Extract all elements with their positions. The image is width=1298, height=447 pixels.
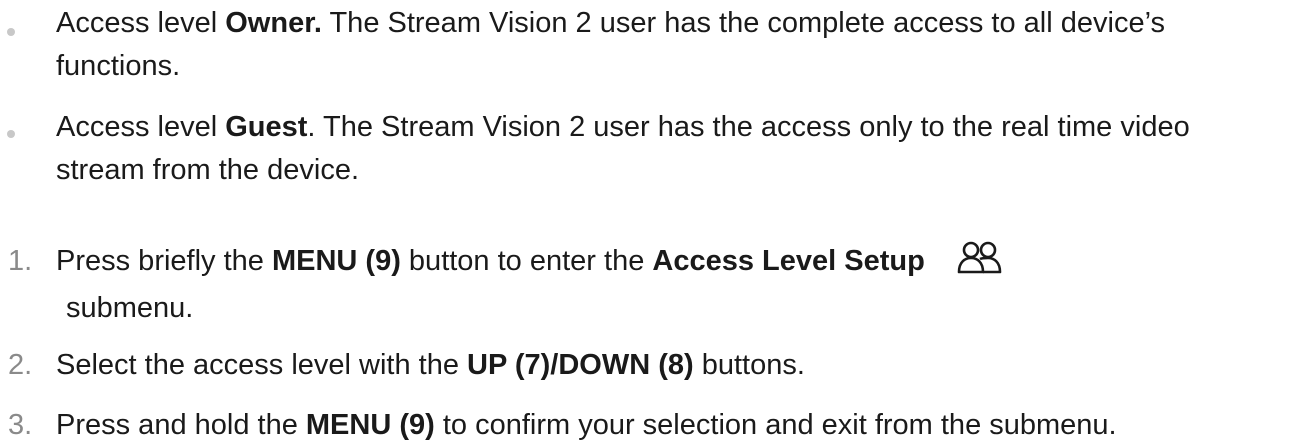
step-text: Press briefly the <box>56 245 272 277</box>
step-text: Press and hold the <box>56 409 306 441</box>
step-text: button to enter the <box>400 245 653 277</box>
bullet-dot <box>7 130 15 138</box>
guest-level: Guest <box>225 111 308 143</box>
owner-prefix: Access level <box>56 7 226 39</box>
step-3: Press and hold the MENU (9) to confirm y… <box>56 404 1284 447</box>
step-number: 3. <box>8 409 33 441</box>
submenu-name: Access Level Setup <box>652 245 925 277</box>
up-down-buttons-ref: UP (7)/DOWN (8) <box>467 349 694 381</box>
people-icon <box>957 240 1003 287</box>
step-text: buttons. <box>693 349 805 381</box>
menu-button-ref: MENU (9) <box>305 409 435 441</box>
list-item-owner: Access level Owner. The Stream Vision 2 … <box>56 2 1284 88</box>
owner-level: Owner. <box>225 7 322 39</box>
step-text: to confirm your selection and exit from … <box>434 409 1117 441</box>
menu-button-ref: MENU (9) <box>271 245 401 277</box>
list-item-guest: Access level Guest. The Stream Vision 2 … <box>56 106 1284 192</box>
step-number: 2. <box>8 349 33 381</box>
instruction-document: Access level Owner. The Stream Vision 2 … <box>0 0 1298 442</box>
step-text: submenu. <box>66 292 194 324</box>
step-2: Select the access level with the UP (7)/… <box>56 344 1284 387</box>
step-text: Select the access level with the <box>56 349 468 381</box>
bullet-dot <box>7 28 15 36</box>
step-1: Press briefly the MENU (9) button to ent… <box>56 240 1284 330</box>
step-number: 1. <box>8 245 33 277</box>
guest-prefix: Access level <box>56 111 226 143</box>
